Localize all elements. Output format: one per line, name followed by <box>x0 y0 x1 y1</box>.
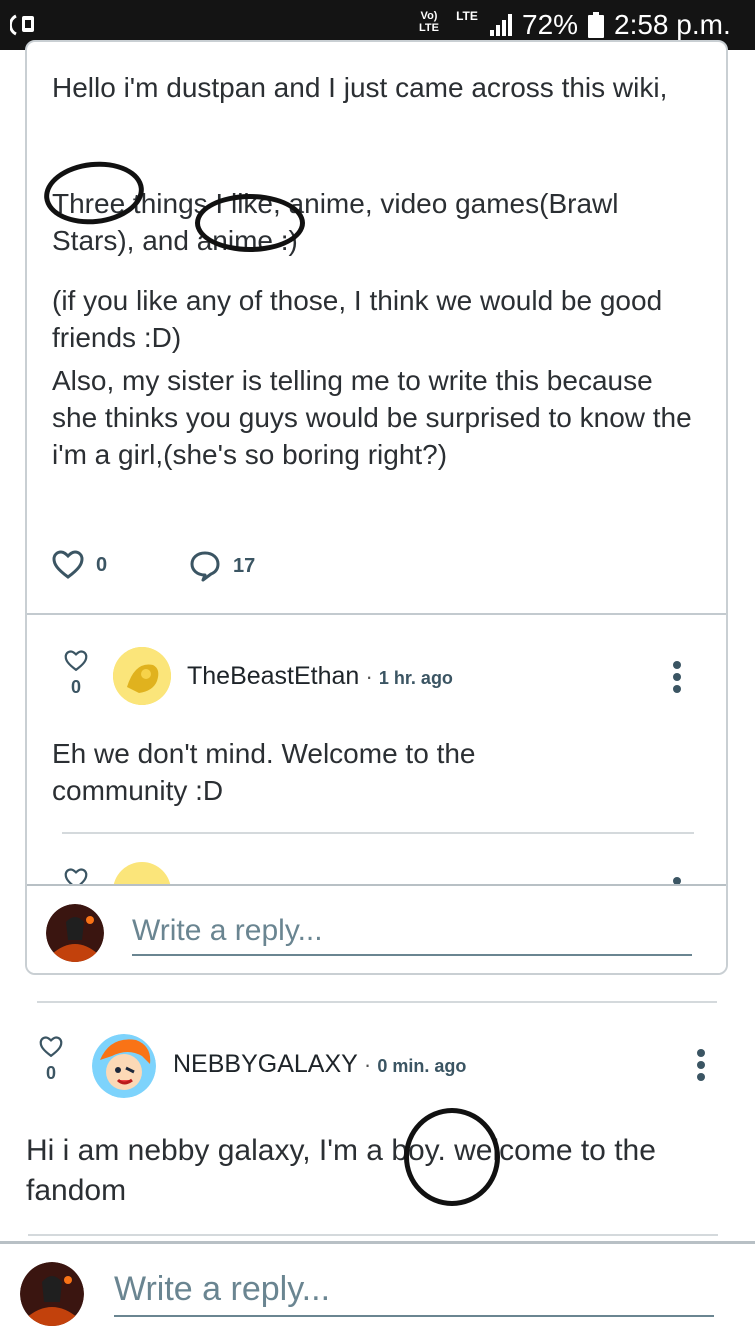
avatar[interactable] <box>92 1034 156 1098</box>
avatar-image <box>92 1034 156 1098</box>
comment-icon <box>190 551 220 582</box>
comment-text: Hi i am nebby galaxy, I'm a boy. welcome… <box>26 1134 656 1207</box>
comment-vote[interactable]: 0 <box>61 650 91 697</box>
comment-time: 1 hr. ago <box>378 668 453 688</box>
divider <box>37 1001 717 1003</box>
more-options-icon[interactable] <box>672 660 682 694</box>
vote-count: 0 <box>70 677 81 697</box>
volte-indicator: Vo) LTE <box>419 10 439 34</box>
like-button[interactable]: 0 <box>52 550 107 580</box>
comment-time: 0 min. ago <box>377 1056 467 1076</box>
reply-bar: Write a reply... <box>27 884 726 973</box>
battery-icon <box>588 12 604 38</box>
like-count: 0 <box>96 553 108 576</box>
divider <box>28 1234 718 1236</box>
more-options-icon[interactable] <box>696 1048 706 1082</box>
battery-percent: 72% <box>522 9 579 40</box>
clock: 2:58 p.m. <box>614 9 731 40</box>
annotation-circle <box>404 1108 500 1206</box>
post-paragraph: (if you like any of those, I think we wo… <box>52 285 663 353</box>
reply-input[interactable]: Write a reply... <box>114 1270 714 1317</box>
divider <box>62 832 694 834</box>
heart-icon <box>39 1036 63 1058</box>
signal-icon <box>490 14 512 36</box>
avatar[interactable] <box>113 647 171 705</box>
post-paragraph: Three things I like, anime, video games(… <box>52 188 619 256</box>
annotation-circle <box>195 194 305 252</box>
avatar-image <box>20 1262 84 1326</box>
avatar <box>20 1262 84 1326</box>
post-paragraph: Also, my sister is telling me to write t… <box>52 365 692 470</box>
comment-count: 17 <box>233 554 256 577</box>
comment-vote[interactable]: 0 <box>36 1036 66 1083</box>
comment-author-line: NEBBYGALAXY · 0 min. ago <box>173 1050 467 1078</box>
lte-indicator: LTE <box>456 9 478 23</box>
notification-icon <box>10 14 34 36</box>
comment-author-line: TheBeastEthan · 1 hr. ago <box>187 662 453 690</box>
comment-text: Eh we don't mind. Welcome to the communi… <box>52 738 476 806</box>
heart-icon <box>52 550 84 579</box>
post-card: Hello i'm dustpan and I just came across… <box>25 40 728 975</box>
comment-author[interactable]: NEBBYGALAXY <box>173 1050 358 1078</box>
comment-author[interactable]: TheBeastEthan <box>187 662 359 690</box>
comment-button[interactable]: 17 <box>189 550 255 582</box>
vote-count: 0 <box>45 1063 56 1083</box>
avatar <box>46 904 104 962</box>
post-paragraph: Hello i'm dustpan and I just came across… <box>52 72 668 103</box>
heart-icon <box>64 650 88 672</box>
reply-input[interactable]: Write a reply... <box>132 914 692 956</box>
divider <box>27 613 726 615</box>
divider <box>0 1241 755 1244</box>
avatar-image <box>46 904 104 962</box>
avatar-image <box>113 647 171 705</box>
